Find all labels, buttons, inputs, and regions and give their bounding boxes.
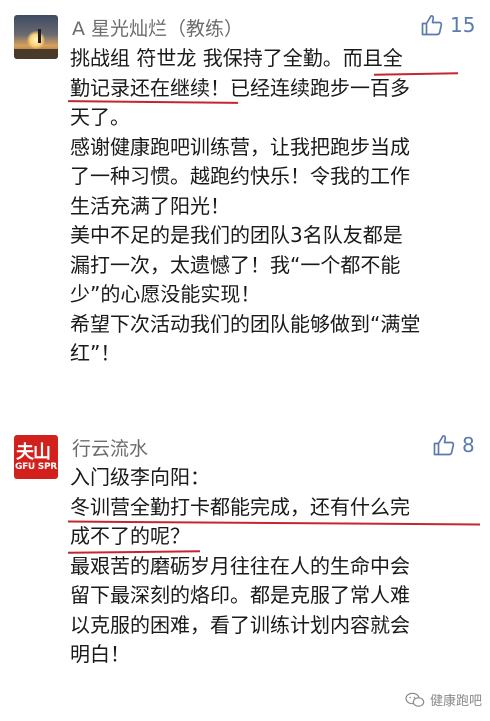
like-count: 15 [450,13,476,37]
like-button[interactable]: 8 [432,433,475,457]
comment-line: 了一种习惯。越跑约快乐！令我的工作 [70,164,410,188]
thumbs-up-icon [421,15,443,36]
like-count: 8 [462,433,475,457]
comment-line: 生活充满了阳光！ [70,193,230,218]
comment-line: 以克服的困难，看了训练计划内容就会 [70,612,410,637]
avatar[interactable] [14,15,58,59]
comment-line: 美中不足的是我们的团队3名队友都是 [70,223,403,247]
comment-body: 挑战组 符世龙 我保持了全勤。而且全 勤记录还在继续！已经连续跑步一百多 天了。… [70,44,482,369]
comment-line: 感谢健康跑吧训练营，让我把跑步当成 [70,134,410,159]
avatar-text: 夫山 [16,442,51,463]
comment-line: 入门级李向阳： [70,465,210,489]
thumbs-up-icon [433,435,455,456]
comment-line: 留下最深刻的烙印。都是克服了常人难 [70,583,410,607]
comment-line: 挑战组 符世龙 我保持了全勤。而且全 [70,46,403,70]
comment-line: 勤记录还在继续！已经连续跑步一百多 [70,75,410,100]
wechat-icon [405,692,425,707]
avatar-runner [38,29,41,43]
avatar-sun [27,31,45,49]
comment-line: 天了。 [70,105,130,129]
like-button[interactable]: 15 [420,13,475,37]
comment-body: 入门级李向阳： 冬训营全勤打卡都能完成，还有什么完 成不了的呢？ 最艰苦的磨砺岁… [70,463,482,670]
comment-line: 漏打一次，太遗憾了！我“一个都不能 [70,252,401,277]
avatar-subtext: GFU SPR [15,462,57,472]
comment-line: 冬训营全勤打卡都能完成，还有什么完 [70,494,410,519]
avatar-road [14,49,58,59]
comment-line: 最艰苦的磨砺岁月往往在人的生命中会 [70,553,410,578]
comment-author[interactable]: 行云流水 [72,434,148,461]
comment-line: 少”的心愿没能实现！ [70,282,261,306]
comment-line: 明白！ [70,642,130,666]
avatar[interactable]: 夫山 GFU SPR [14,435,58,479]
watermark: 健康跑吧 [405,690,482,709]
comment-line: 红”！ [70,341,121,365]
comment-line: 希望下次活动我们的团队能够做到“满堂 [70,311,421,336]
comment-line: 成不了的呢？ [70,524,190,548]
watermark-text: 健康跑吧 [429,694,482,709]
comment-author[interactable]: A 星光灿烂（教练） [72,14,243,41]
